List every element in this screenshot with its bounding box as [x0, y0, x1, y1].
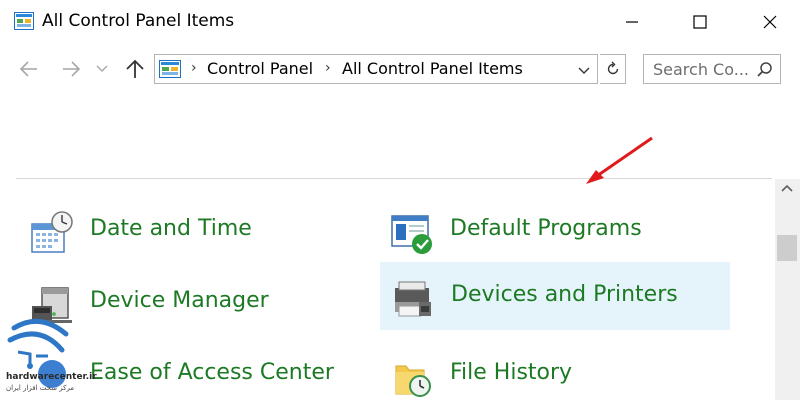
chevron-up-icon[interactable]: [781, 183, 793, 193]
item-label: Date and Time: [90, 216, 252, 241]
minimize-button[interactable]: [604, 0, 660, 44]
refresh-icon: [605, 61, 621, 77]
item-date-and-time[interactable]: Date and Time: [20, 198, 360, 264]
watermark-subtext: مرکز سخت افزار ایران: [6, 384, 74, 392]
title-bar: All Control Panel Items: [0, 0, 800, 44]
refresh-button[interactable]: [600, 54, 626, 84]
watermark-text: hardwarecenter.ir: [6, 372, 97, 382]
item-label: Ease of Access Center: [90, 360, 334, 385]
search-placeholder: Search Co...: [653, 60, 749, 79]
breadcrumb-separator-icon[interactable]: ›: [325, 60, 331, 76]
back-button[interactable]: [16, 56, 42, 82]
breadcrumb-separator-icon[interactable]: ›: [191, 60, 197, 76]
item-devices-and-printers[interactable]: Devices and Printers: [380, 262, 730, 330]
item-label: Default Programs: [450, 216, 642, 241]
item-label: Devices and Printers: [451, 282, 678, 307]
vertical-scrollbar[interactable]: [775, 179, 800, 400]
up-button[interactable]: [122, 56, 148, 82]
maximize-icon: [693, 15, 707, 29]
date-time-icon: [28, 210, 76, 254]
navigation-bar: › Control Panel › All Control Panel Item…: [0, 44, 800, 94]
file-history-icon: [388, 354, 436, 398]
search-input[interactable]: Search Co...: [643, 54, 781, 84]
arrow-right-icon: [61, 61, 81, 77]
recent-locations-button[interactable]: [94, 56, 110, 82]
chevron-down-icon[interactable]: [575, 61, 593, 79]
close-icon: [763, 15, 777, 29]
forward-button[interactable]: [58, 56, 84, 82]
arrow-up-icon: [126, 59, 144, 79]
divider: [16, 178, 772, 179]
control-panel-icon: [14, 12, 34, 30]
default-programs-icon: [388, 210, 436, 254]
breadcrumb-all-items[interactable]: All Control Panel Items: [342, 59, 523, 78]
close-button[interactable]: [742, 0, 798, 44]
maximize-button[interactable]: [672, 0, 728, 44]
control-panel-icon: [159, 60, 181, 78]
minimize-icon: [625, 15, 639, 29]
item-label: File History: [450, 360, 572, 385]
window-title: All Control Panel Items: [42, 11, 234, 31]
arrow-left-icon: [19, 61, 39, 77]
search-icon[interactable]: [756, 61, 774, 79]
breadcrumb-control-panel[interactable]: Control Panel: [207, 59, 313, 78]
chevron-down-icon: [96, 65, 108, 73]
item-label: Device Manager: [90, 288, 269, 313]
content-pane: Date and Time Default Programs Device Ma…: [0, 94, 800, 400]
item-default-programs[interactable]: Default Programs: [380, 198, 730, 264]
annotation-arrow-icon: [578, 134, 658, 190]
item-file-history[interactable]: File History: [380, 342, 730, 400]
address-bar[interactable]: › Control Panel › All Control Panel Item…: [154, 54, 598, 84]
devices-printers-icon: [389, 276, 437, 320]
scrollbar-thumb[interactable]: [777, 235, 797, 261]
